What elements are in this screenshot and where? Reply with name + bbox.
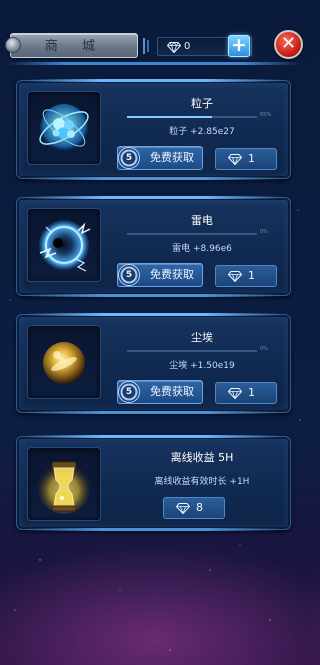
offline-duration-text: 离线收益有效时长 +1H [154,477,250,487]
shop-item-lightning: 雷电 0% 雷电 +8.96e6 5 免费获取 1 [16,196,291,297]
free-badge-icon: 5 [118,147,140,169]
item-name: 粒子 [191,97,213,110]
progress-label: 0% [260,346,268,352]
free-badge-count: 5 [125,270,133,280]
price-value: 1 [248,269,255,282]
item-progress-bar [127,350,257,352]
plus-icon: + [231,34,247,56]
item-name: 尘埃 [191,331,213,344]
free-get-button[interactable]: 5 免费获取 [117,263,203,287]
particle-orb-icon [39,104,89,152]
diamond-icon [167,42,181,53]
item-progress-bar [127,116,257,118]
free-get-button[interactable]: 5 免费获取 [117,380,203,404]
buy-offline-with-diamond-button[interactable]: 8 [163,497,225,519]
diamond-icon [176,503,190,514]
shop-item-offline-earnings: 离线收益 5H 离线收益有效时长 +1H 8 [16,435,291,531]
shop-item-particle: 粒子 65% 粒子 +2.85e27 5 免费获取 1 [16,79,291,180]
buy-with-diamond-button[interactable]: 1 [215,148,277,170]
shop-item-dust: 尘埃 0% 尘埃 +1.50e19 5 免费获取 1 [16,313,291,414]
add-diamonds-button[interactable]: + [228,35,250,57]
shop-header: 商 城 0 + ✕ [0,0,307,65]
item-name: 雷电 [191,214,213,227]
free-badge-icon: 5 [118,264,140,286]
diamond-count: 0 [184,41,191,52]
dust-orb-icon [43,342,85,384]
item-icon-frame [27,208,101,282]
free-get-label: 免费获取 [150,268,194,281]
buy-with-diamond-button[interactable]: 1 [215,382,277,404]
free-get-label: 免费获取 [150,151,194,164]
price-value: 1 [248,152,255,165]
free-get-label: 免费获取 [150,385,194,398]
free-badge-count: 5 [125,153,133,163]
close-button[interactable]: ✕ [274,30,303,59]
buy-with-diamond-button[interactable]: 1 [215,265,277,287]
item-progress-bar [127,233,257,235]
item-gain-text: 粒子 +2.85e27 [169,127,235,137]
item-name: 离线收益 5H [170,451,234,464]
free-get-button[interactable]: 5 免费获取 [117,146,203,170]
item-gain-text: 雷电 +8.96e6 [172,244,232,254]
free-badge-count: 5 [125,387,133,397]
header-divider [6,62,302,65]
close-icon: ✕ [280,33,297,54]
diamond-icon [228,388,242,399]
hourglass-icon [38,461,90,514]
item-icon-frame [27,325,101,399]
item-icon-frame [27,447,101,521]
item-gain-text: 尘埃 +1.50e19 [169,361,235,371]
divider-ornament-icon [143,38,149,54]
lightning-orb-icon [39,220,91,272]
progress-label: 0% [260,229,268,235]
progress-label: 65% [260,112,272,118]
free-badge-icon: 5 [118,381,140,403]
diamond-icon [228,271,242,282]
item-icon-frame [27,91,101,165]
page-title: 商 城 [44,39,106,54]
diamond-icon [228,154,242,165]
progress-fill [127,116,212,118]
price-value: 8 [196,501,203,514]
price-value: 1 [248,386,255,399]
shop-title-tab: 商 城 [5,33,138,58]
